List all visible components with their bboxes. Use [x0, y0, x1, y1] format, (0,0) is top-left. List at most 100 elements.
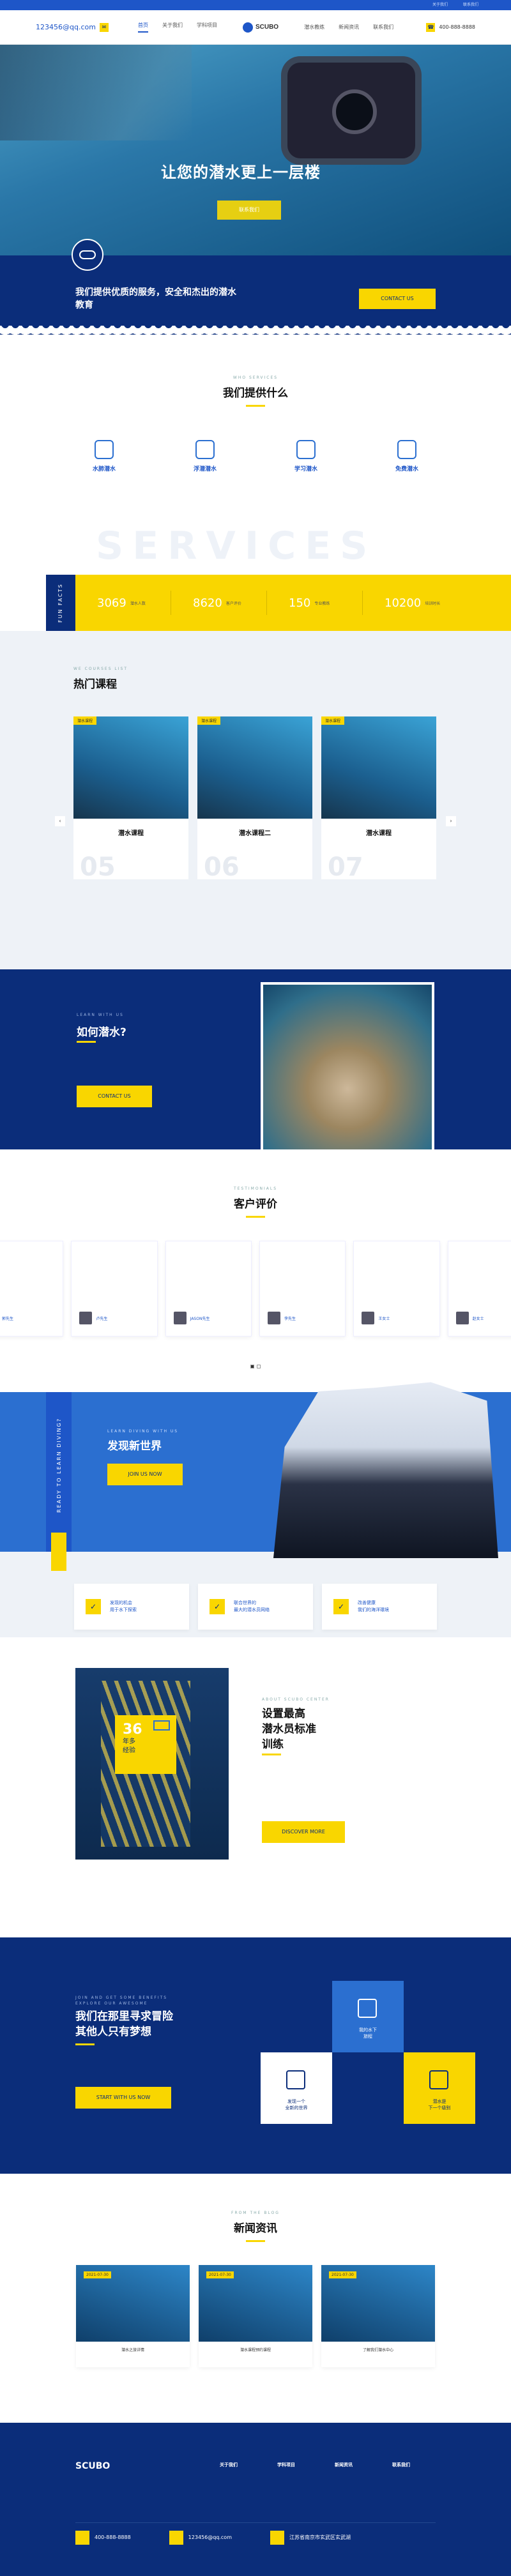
- footer-col-title[interactable]: 新闻资讯: [335, 2461, 353, 2469]
- news-date: 2021-07-30: [84, 2271, 111, 2278]
- avatar: [455, 1312, 469, 1324]
- dreams-kicker: JOIN AND GET SOME BENEFITS EXPLORE OUR A…: [75, 1996, 168, 2006]
- contact-us-button[interactable]: CONTACT US: [359, 289, 436, 309]
- footer-phone[interactable]: 400-888-8888: [75, 2530, 131, 2545]
- reviewer-name: 卢先生: [96, 1316, 108, 1321]
- discover-more-button[interactable]: DISCOVER MORE: [262, 1821, 345, 1843]
- feature-item: ✓ 发现的机会 用于水下探索: [74, 1584, 189, 1630]
- mask-icon: [72, 239, 103, 271]
- check-icon: ✓: [210, 1599, 225, 1614]
- footer-col-title[interactable]: 联系我们: [392, 2461, 410, 2469]
- header-phone[interactable]: ☎ 400-888-8888: [426, 22, 475, 32]
- news-date: 2021-07-30: [206, 2271, 234, 2278]
- mail-icon: [169, 2530, 183, 2545]
- news-title: 新闻资讯: [234, 2222, 277, 2235]
- review-card: 王女士: [353, 1241, 440, 1337]
- nav-home[interactable]: 首页: [137, 22, 148, 33]
- top-link-contact[interactable]: 联系我们: [463, 3, 478, 7]
- nav-news[interactable]: 新闻资讯: [339, 24, 359, 31]
- review-card: 赵女士: [447, 1241, 511, 1337]
- news-card[interactable]: 2021-07-30 潜水之旅详情: [76, 2265, 190, 2367]
- standard-kicker: ABOUT SCUBO CENTER: [262, 1697, 330, 1702]
- how-to-dive-section: LEARN WITH US 如何潜水? CONTACT US: [0, 969, 511, 1161]
- fun-facts: FUN FACTS 3069 潜水人数 8620 客户评价 150 专业教练 1020…: [46, 575, 511, 631]
- chevron-right-icon[interactable]: ›: [446, 816, 456, 826]
- freedive-icon: [397, 440, 416, 459]
- chevron-left-icon[interactable]: ‹: [55, 816, 65, 826]
- check-icon: ✓: [86, 1599, 101, 1614]
- hero-fins-image: [0, 45, 192, 140]
- snorkel-icon: [195, 440, 215, 459]
- news-headline: 潜水课程预约课程: [240, 2348, 271, 2352]
- course-image: [73, 716, 188, 819]
- news-card[interactable]: 2021-07-30 了解我们潜水中心: [321, 2265, 435, 2367]
- logo-icon: [242, 22, 253, 33]
- tile-underwater-trip[interactable]: 我的水下 旅程: [332, 1981, 404, 2052]
- news-kicker: FROM THE BLOG: [231, 2211, 280, 2215]
- service-name: 水肺潜水: [92, 466, 116, 473]
- news-section: FROM THE BLOG 新闻资讯 2021-07-30 潜水之旅详情 2021…: [0, 2174, 511, 2423]
- feature-item: ✓ 改善健康 我们的海洋環境: [322, 1584, 437, 1630]
- nav-courses[interactable]: 学科项目: [197, 22, 217, 33]
- service-item[interactable]: 免费潜水: [365, 440, 448, 478]
- footer-col-title[interactable]: 关于我们: [220, 2461, 238, 2469]
- site-footer: SCUBO 关于我们 学科项目 新闻资讯 联系我们 400-888-8888 1…: [0, 2423, 511, 2576]
- review-card: 郭先生: [0, 1241, 64, 1337]
- reviewer-name: 王女士: [378, 1316, 390, 1321]
- tile-new-world[interactable]: 发现一个 全新的世界: [261, 2052, 332, 2124]
- divers-group-photo: [273, 1382, 498, 1558]
- nav-contact[interactable]: 联系我们: [373, 24, 393, 31]
- course-card[interactable]: 潜水课程 潜水课程二 06: [197, 716, 312, 882]
- carousel-dot[interactable]: [257, 1365, 261, 1368]
- main-nav-right: 潜水教练 新闻资讯 联系我们: [304, 24, 393, 31]
- location-icon: [270, 2530, 284, 2545]
- service-item[interactable]: 水肺潜水: [63, 440, 146, 478]
- features-strip: ✓ 发现的机会 用于水下探索 ✓ 联合世界的 最大的潜水员网络 ✓ 改善健康 我们的海…: [0, 1552, 511, 1637]
- footer-email[interactable]: 123456@qq.com: [169, 2530, 232, 2545]
- tile-next-level[interactable]: 潜水是 下一个级别: [404, 2052, 475, 2124]
- join-us-button[interactable]: JOIN US NOW: [107, 1464, 183, 1485]
- review-card: 卢先生: [71, 1241, 158, 1337]
- dreams-title: 我们在那里寻求冒险 其他人只有梦想: [75, 2010, 173, 2038]
- top-link-about[interactable]: 关于我们: [432, 3, 448, 7]
- hero-button[interactable]: 联系我们: [217, 201, 281, 220]
- news-card[interactable]: 2021-07-30 潜水课程预约课程: [199, 2265, 312, 2367]
- service-item[interactable]: 浮潜潜水: [164, 440, 247, 478]
- service-item[interactable]: 学习潜水: [264, 440, 347, 478]
- fact-item: 3069 潜水人数: [88, 591, 171, 615]
- title-underline: [262, 1754, 281, 1755]
- feature-text: 发现的机会 用于水下探索: [110, 1600, 137, 1612]
- tank-icon: [429, 2070, 448, 2089]
- brand-logo[interactable]: SCUBO: [242, 22, 278, 33]
- footer-logo[interactable]: SCUBO: [75, 2461, 110, 2471]
- experience-unit: 年多 经验: [123, 1738, 135, 1754]
- start-now-button[interactable]: START WITH US NOW: [75, 2087, 171, 2109]
- fact-item: 150 专业教练: [280, 591, 363, 615]
- service-name: 学习潜水: [294, 466, 317, 473]
- fish-icon: [286, 2070, 305, 2089]
- nav-coaches[interactable]: 潜水教练: [304, 24, 324, 31]
- course-title: 潜水课程: [118, 830, 144, 837]
- footer-col-title[interactable]: 学科项目: [277, 2461, 295, 2469]
- learn-icon: [296, 440, 316, 459]
- fact-item: 10200 培训时长: [385, 596, 441, 610]
- title-underline: [75, 2043, 95, 2045]
- course-card[interactable]: 潜水课程 潜水课程 07: [321, 716, 436, 882]
- mail-icon: ✉: [99, 22, 109, 32]
- title-underline: [246, 405, 265, 407]
- scuba-icon: [95, 440, 114, 459]
- courses-title: 热门课程: [73, 678, 117, 691]
- news-date: 2021-07-30: [329, 2271, 356, 2278]
- footer-address: 江苏省南京市玄武区玄武湖: [270, 2530, 351, 2545]
- avatar: [362, 1312, 375, 1324]
- footer-col: 联系我们: [392, 2461, 410, 2473]
- review-card: JASON先生: [165, 1241, 252, 1337]
- why-contact-button[interactable]: CONTACT US: [77, 1086, 152, 1107]
- course-card[interactable]: 潜水课程 潜水课程 05: [73, 716, 188, 882]
- carousel-dot[interactable]: [250, 1365, 254, 1368]
- service-name: 免费潜水: [395, 466, 418, 473]
- nav-about[interactable]: 关于我们: [162, 22, 183, 33]
- footer-col: 学科项目: [277, 2461, 295, 2473]
- header-email[interactable]: 123456@qq.com ✉: [36, 22, 109, 32]
- title-underline: [77, 1041, 96, 1043]
